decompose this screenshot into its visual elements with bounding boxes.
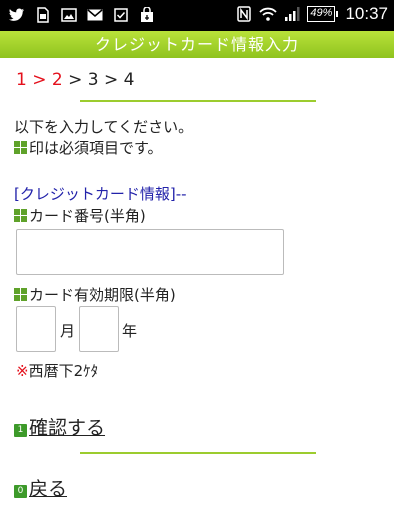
year-format-note: ※西暦下2ｹﾀ [16, 360, 98, 381]
intro-text: 以下を入力してください。 [14, 118, 194, 136]
year-label: 年 [122, 322, 138, 340]
step-separator: > [68, 70, 83, 90]
month-label: 月 [60, 322, 76, 340]
required-mark-icon [14, 141, 27, 154]
twitter-icon [8, 6, 26, 24]
back-label: 戻る [29, 478, 68, 500]
expiry-month-input[interactable] [16, 306, 56, 352]
image-icon [60, 6, 78, 24]
step-1: 1 [16, 70, 27, 90]
note-text: 西暦下2ｹﾀ [28, 362, 99, 380]
expiry-label: カード有効期限(半角) [14, 284, 176, 305]
required-mark-icon [14, 288, 27, 301]
sim-icon [34, 6, 52, 24]
required-note: 印は必須項目です。 [14, 137, 163, 158]
section-title: [クレジットカード情報]-- [14, 185, 187, 203]
step-separator: > [32, 70, 47, 90]
bag-icon [138, 6, 156, 24]
clock: 10:37 [345, 4, 388, 23]
divider [80, 452, 316, 454]
key-1-icon: 1 [14, 424, 27, 437]
page-title: クレジットカード情報入力 [0, 31, 394, 58]
card-number-label-text: カード番号(半角) [29, 207, 146, 225]
required-note-text: 印は必須項目です。 [29, 139, 163, 157]
step-3: 3 [87, 70, 99, 90]
wifi-icon [259, 5, 278, 23]
step-separator: > [104, 70, 119, 90]
card-number-input[interactable] [16, 229, 284, 275]
expiry-label-text: カード有効期限(半角) [29, 286, 176, 304]
nfc-icon [235, 5, 253, 23]
checkbox-icon [112, 6, 130, 24]
confirm-label: 確認する [29, 417, 106, 439]
key-0-icon: 0 [14, 485, 27, 498]
note-asterisk: ※ [16, 362, 29, 380]
card-number-label: カード番号(半角) [14, 205, 146, 226]
required-mark-icon [14, 209, 27, 222]
step-4: 4 [123, 70, 135, 90]
gmail-icon [86, 6, 104, 24]
back-link[interactable]: 0 戻る [14, 474, 67, 501]
battery-indicator: 49% [307, 6, 339, 22]
confirm-link[interactable]: 1 確認する [14, 413, 105, 440]
expiry-year-input[interactable] [79, 306, 119, 352]
step-indicator: 1 > 2 > 3 > 4 [16, 70, 135, 90]
signal-icon [283, 5, 301, 23]
divider [80, 100, 316, 102]
step-2: 2 [51, 70, 63, 90]
status-bar: 49% 10:37 [0, 0, 394, 31]
